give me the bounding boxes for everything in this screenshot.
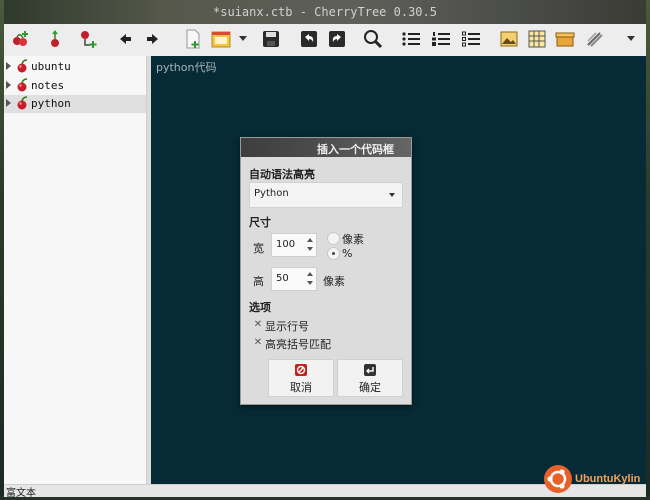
width-value: 100 [276, 239, 296, 250]
toolbar [4, 24, 646, 57]
width-unit-percent-label: % [342, 247, 353, 260]
cancel-icon [295, 364, 307, 376]
add-child-node-icon[interactable] [78, 28, 100, 50]
spin-down-icon[interactable] [307, 247, 313, 251]
tree-node-ubuntu[interactable]: ubuntu [4, 58, 146, 76]
todo-list-icon[interactable] [460, 28, 482, 50]
redo-icon[interactable] [326, 28, 348, 50]
insert-image-icon[interactable] [498, 28, 520, 50]
bullet-list-icon[interactable] [400, 28, 422, 50]
cherry-icon [16, 78, 29, 95]
cherry-icon [16, 96, 29, 113]
syntax-language-select[interactable]: Python [249, 182, 403, 208]
chevron-down-icon [389, 193, 395, 197]
height-spinbutton[interactable]: 50 [271, 267, 317, 291]
width-unit-pixels-label: 像素 [342, 233, 364, 246]
add-subnode-icon[interactable] [44, 28, 66, 50]
width-unit-percent-radio[interactable] [327, 247, 340, 260]
height-value: 50 [276, 273, 289, 284]
syntax-language-value: Python [254, 188, 289, 199]
show-line-numbers-checkbox[interactable]: ✕ [253, 320, 263, 330]
save-icon[interactable] [260, 28, 282, 50]
window-title: *suianx.ctb - CherryTree 0.30.5 [213, 5, 437, 19]
enter-icon [364, 364, 376, 376]
insert-link-icon[interactable] [584, 28, 606, 50]
highlight-brackets-label: 高亮括号匹配 [265, 338, 331, 351]
tree-node-label: ubuntu [31, 60, 71, 73]
tree-node-python[interactable]: python [4, 95, 146, 113]
tree-node-label: python [31, 97, 71, 110]
back-arrow-icon[interactable] [114, 28, 136, 50]
cancel-button[interactable]: 取消 [268, 359, 334, 397]
title-bar[interactable]: *suianx.ctb - CherryTree 0.30.5 [4, 0, 646, 24]
node-tree: ubuntu notes python [4, 56, 147, 484]
desktop-wallpaper-right [646, 0, 650, 500]
spin-up-icon[interactable] [307, 238, 313, 242]
syntax-section-label: 自动语法高亮 [249, 168, 315, 181]
highlight-brackets-checkbox[interactable]: ✕ [253, 338, 263, 348]
dropdown-arrow-icon[interactable] [236, 28, 250, 50]
open-folder-icon[interactable] [210, 28, 232, 50]
brand-text: UbuntuKylin [575, 473, 641, 485]
spin-down-icon[interactable] [307, 281, 313, 285]
forward-arrow-icon[interactable] [142, 28, 164, 50]
new-file-icon[interactable] [182, 28, 204, 50]
search-icon[interactable] [362, 28, 384, 50]
height-label: 高 [253, 275, 264, 288]
width-unit-pixels-radio[interactable] [327, 232, 340, 245]
expand-arrow-icon[interactable] [6, 81, 11, 89]
insert-codebox-icon[interactable] [554, 28, 576, 50]
editor-text: python代码 [156, 61, 217, 74]
options-section-label: 选项 [249, 301, 271, 314]
dialog-title-bar[interactable]: 插入一个代码框 [241, 138, 411, 157]
ubuntukylin-watermark: UbuntuKylin [544, 465, 648, 495]
cancel-label: 取消 [290, 381, 312, 394]
size-section-label: 尺寸 [249, 216, 271, 229]
undo-icon[interactable] [298, 28, 320, 50]
ok-button[interactable]: 确定 [337, 359, 403, 397]
spin-up-icon[interactable] [307, 272, 313, 276]
insert-table-icon[interactable] [526, 28, 548, 50]
ubuntu-logo-icon [544, 465, 572, 493]
width-spinbutton[interactable]: 100 [271, 233, 317, 257]
width-label: 宽 [253, 242, 264, 255]
tree-node-label: notes [31, 79, 65, 92]
add-node-icon[interactable] [10, 28, 32, 50]
dialog-title: 插入一个代码框 [317, 143, 394, 156]
tree-node-notes[interactable]: notes [4, 77, 146, 95]
height-unit-label: 像素 [323, 275, 345, 288]
status-text: 富文本 [6, 488, 36, 499]
expand-arrow-icon[interactable] [6, 62, 11, 70]
ok-label: 确定 [359, 381, 381, 394]
show-line-numbers-label: 显示行号 [265, 320, 309, 333]
cherry-icon [16, 59, 29, 76]
expand-arrow-icon[interactable] [6, 99, 11, 107]
insert-codebox-dialog: 插入一个代码框 自动语法高亮 Python 尺寸 宽 100 像素 % 高 50… [240, 137, 412, 405]
numbered-list-icon[interactable] [430, 28, 452, 50]
overflow-arrow-icon[interactable] [624, 28, 638, 50]
